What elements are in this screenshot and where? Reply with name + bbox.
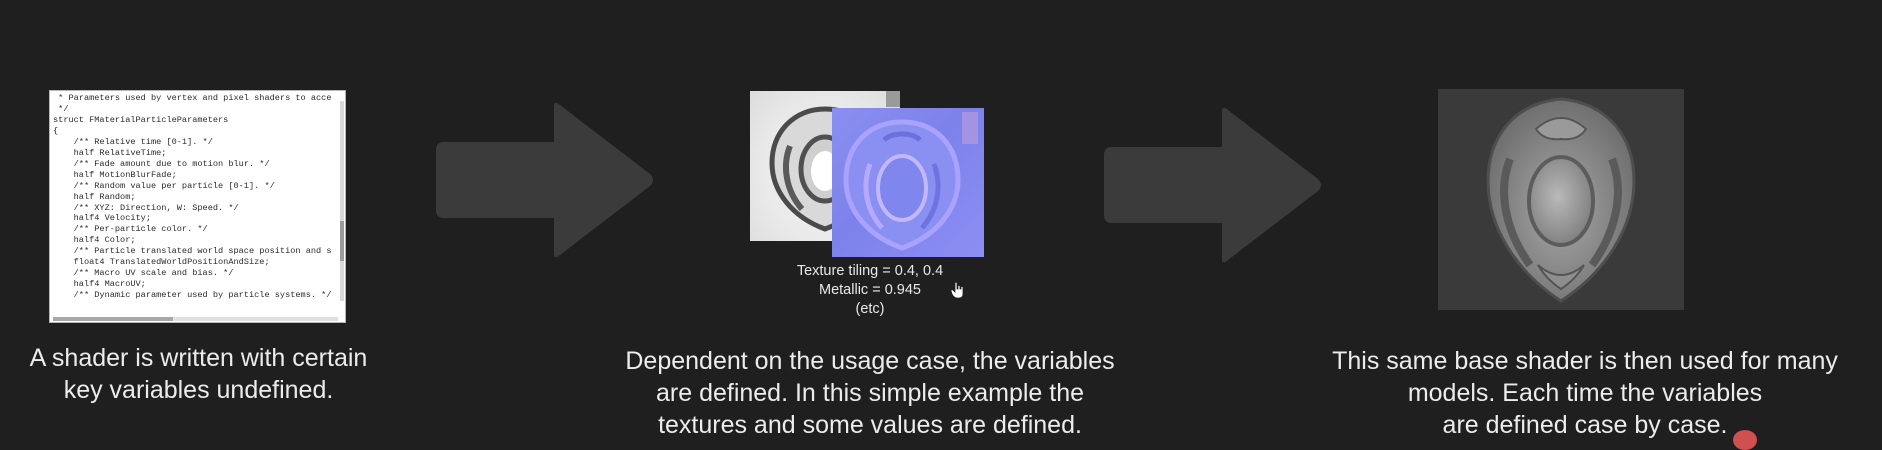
texture-param-line: Texture tiling = 0.4, 0.4: [796, 263, 944, 279]
shader-code-panel: * Parameters used by vertex and pixel sh…: [49, 90, 346, 323]
code-line: half4 Color;: [53, 235, 136, 246]
presenter-avatar-dot: [1733, 430, 1757, 450]
code-line: /** Particle translated world space posi…: [53, 246, 332, 257]
step2-caption-line: are defined. In this simple example the: [655, 379, 1084, 407]
code-line: {: [53, 125, 59, 136]
step3-caption-line: models. Each time the variables: [1407, 379, 1763, 407]
code-line: /** Macro UV scale and bias. */: [53, 268, 234, 279]
step1-caption-line: key variables undefined.: [63, 376, 334, 404]
code-line: * Parameters used by vertex and pixel sh…: [53, 93, 332, 103]
code-line: half4 MacroUV;: [53, 279, 146, 290]
step1-caption: A shader is written with certain key var…: [0, 342, 397, 406]
step3-caption-line: This same base shader is then used for m…: [1332, 347, 1838, 375]
normal-map-texture-image: [832, 108, 984, 257]
step2-caption-line: textures and some values are defined.: [658, 411, 1082, 439]
texture-parameters-text: Texture tiling = 0.4, 0.4 Metallic = 0.9…: [770, 262, 970, 319]
step2-caption-line: Dependent on the usage case, the variabl…: [625, 347, 1115, 375]
texture-param-line: (etc): [855, 301, 885, 317]
arrow-right-icon: [1104, 107, 1321, 263]
code-line: /** Per-particle color. */: [53, 224, 208, 235]
code-line: /** XYZ: Direction, W: Speed. */: [53, 202, 239, 213]
code-line: /** Relative time [0-1]. */: [53, 136, 213, 147]
code-line: /** Random value per particle [0-1]. */: [53, 180, 275, 191]
code-vertical-scrollbar[interactable]: [340, 101, 344, 301]
rendered-model-image: [1438, 89, 1684, 310]
step3-caption-line: are defined case by case.: [1442, 411, 1728, 439]
code-line: /** Fade amount due to motion blur. */: [53, 158, 270, 169]
code-line: /** Dynamic parameter used by particle s…: [53, 290, 332, 301]
ornament-render-icon: [1486, 97, 1636, 303]
ornament-normal-icon: [843, 112, 978, 251]
code-horizontal-scrollbar[interactable]: [53, 317, 338, 321]
code-line: half MotionBlurFade;: [53, 169, 177, 180]
hand-cursor-icon: [950, 281, 964, 299]
code-line: */: [53, 103, 69, 114]
code-line: half4 Velocity;: [53, 213, 151, 224]
step1-caption-line: A shader is written with certain: [29, 344, 368, 372]
code-line: half RelativeTime;: [53, 147, 167, 158]
code-line: float4 TranslatedWorldPositionAndSize;: [53, 257, 270, 268]
code-line: struct FMaterialParticleParameters: [53, 114, 229, 125]
texture-param-line: Metallic = 0.945: [819, 282, 921, 298]
code-line: half Random;: [53, 191, 136, 202]
step3-caption: This same base shader is then used for m…: [1300, 345, 1870, 441]
step2-caption: Dependent on the usage case, the variabl…: [560, 345, 1180, 441]
shader-code-text: * Parameters used by vertex and pixel sh…: [50, 91, 345, 301]
arrow-right-icon: [436, 102, 653, 258]
